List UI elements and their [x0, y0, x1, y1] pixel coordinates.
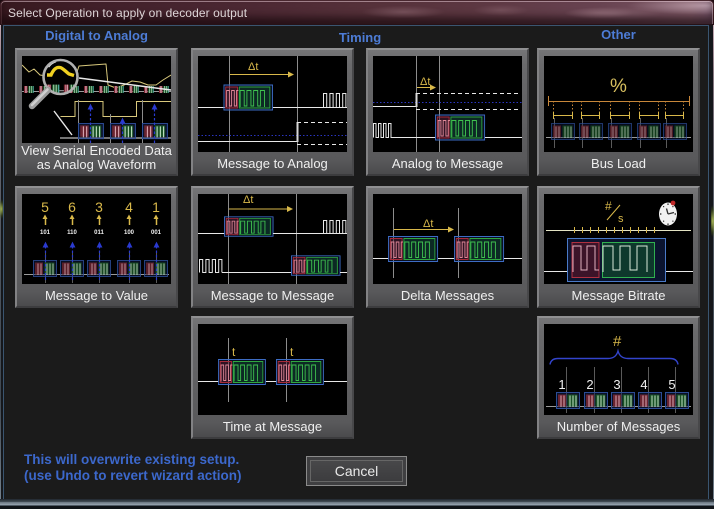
- svg-text:t: t: [232, 345, 236, 359]
- svg-text:101: 101: [40, 230, 51, 236]
- svg-text:5: 5: [41, 199, 49, 215]
- svg-text:1: 1: [558, 377, 565, 392]
- svg-text:5: 5: [668, 377, 675, 392]
- svg-text:4: 4: [125, 199, 133, 215]
- svg-text:2: 2: [586, 377, 593, 392]
- svg-text:#: #: [613, 333, 622, 350]
- svg-text:4: 4: [640, 377, 647, 392]
- svg-text:1: 1: [152, 199, 160, 215]
- svg-text:%: %: [610, 76, 627, 97]
- svg-text:001: 001: [151, 230, 162, 236]
- svg-text:100: 100: [124, 230, 135, 236]
- svg-text:Δt: Δt: [420, 76, 430, 88]
- svg-text:Δt: Δt: [248, 61, 258, 73]
- svg-text:#: #: [605, 199, 612, 213]
- svg-text:s: s: [618, 213, 624, 225]
- svg-text:110: 110: [67, 230, 77, 236]
- svg-text:3: 3: [613, 377, 620, 392]
- svg-text:Δt: Δt: [243, 194, 253, 206]
- svg-text:6: 6: [68, 199, 76, 215]
- svg-text:3: 3: [95, 199, 103, 215]
- svg-text:011: 011: [94, 230, 104, 236]
- svg-text:t: t: [290, 345, 294, 359]
- svg-text:Δt: Δt: [423, 218, 433, 230]
